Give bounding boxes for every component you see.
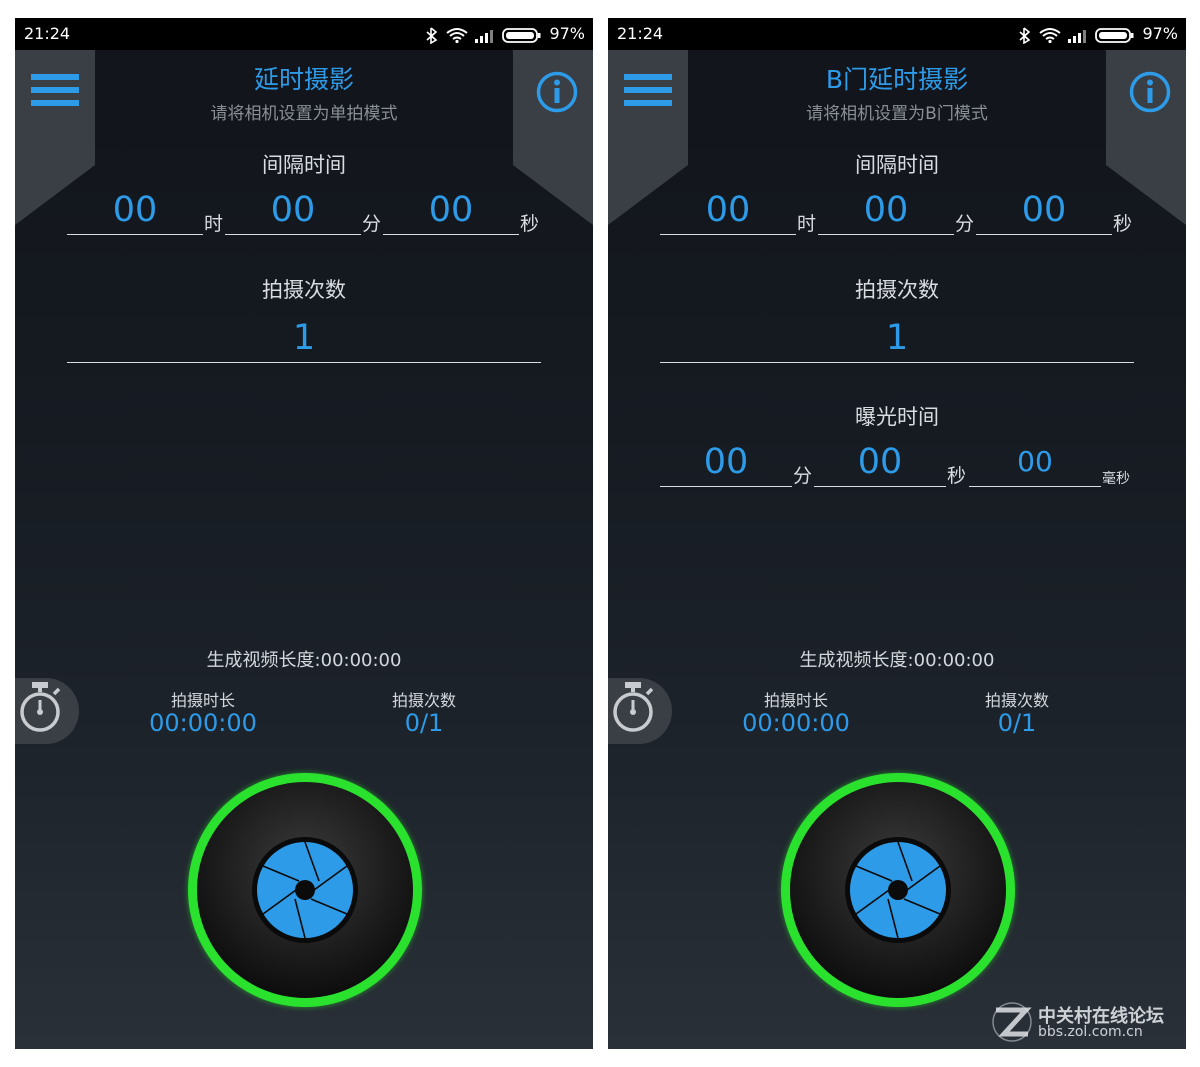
- exposure-minutes-input[interactable]: 00: [660, 442, 792, 487]
- status-icons: [1019, 27, 1134, 44]
- signal-icon: [475, 30, 493, 43]
- exposure-ms-unit: 毫秒: [1102, 471, 1130, 487]
- bulb-timelapse-screen: 21:24 97% B门延时摄影 请将相机设置为B门模式 间隔时间 00 时 0…: [608, 18, 1186, 1049]
- info-icon[interactable]: [535, 70, 579, 114]
- hours-unit: 时: [797, 213, 817, 235]
- interval-seconds-input[interactable]: 00: [383, 190, 519, 235]
- shutter-button[interactable]: [776, 768, 1020, 1012]
- status-bar: 21:24 97%: [608, 18, 1186, 50]
- hours-unit: 时: [204, 213, 224, 235]
- battery-percent: 97%: [549, 24, 585, 43]
- exposure-ms-input[interactable]: 00: [969, 442, 1101, 487]
- interval-seconds-input[interactable]: 00: [976, 190, 1112, 235]
- minutes-unit: 分: [955, 213, 975, 235]
- menu-icon[interactable]: [31, 74, 79, 108]
- seconds-unit: 秒: [520, 213, 540, 235]
- duration-value: 00:00:00: [742, 709, 850, 737]
- stopwatch-icon[interactable]: [608, 678, 672, 744]
- count-label: 拍摄次数: [391, 691, 456, 710]
- count-value: 0/1: [404, 709, 444, 737]
- shutter-button[interactable]: [183, 768, 427, 1012]
- aperture-icon: [257, 841, 353, 939]
- shots-input[interactable]: 1: [660, 318, 1134, 363]
- exposure-seconds-unit: 秒: [947, 465, 967, 487]
- status-icons: [426, 27, 541, 44]
- duration-label: 拍摄时长: [170, 691, 235, 710]
- exposure-seconds-input[interactable]: 00: [814, 442, 946, 487]
- wifi-icon: [1039, 28, 1061, 40]
- duration-label: 拍摄时长: [763, 691, 828, 710]
- interval-hours-input[interactable]: 00: [67, 190, 203, 235]
- interval-hours-input[interactable]: 00: [660, 190, 796, 235]
- interval-minutes-input[interactable]: 00: [818, 190, 954, 235]
- bluetooth-icon: [426, 27, 438, 44]
- duration-value: 00:00:00: [149, 709, 257, 737]
- status-bar: 21:24 97%: [15, 18, 593, 50]
- menu-icon[interactable]: [624, 74, 672, 108]
- stopwatch-icon[interactable]: [15, 678, 79, 744]
- video-length: 生成视频长度:00:00:00: [799, 650, 995, 671]
- video-length: 生成视频长度:00:00:00: [206, 650, 402, 671]
- watermark-url: bbs.zol.com.cn: [1038, 1024, 1143, 1040]
- seconds-unit: 秒: [1113, 213, 1133, 235]
- shots-label: 拍摄次数: [855, 278, 939, 302]
- page-title: B门延时摄影: [825, 65, 969, 94]
- interval-label: 间隔时间: [262, 153, 346, 177]
- interval-minutes-input[interactable]: 00: [225, 190, 361, 235]
- battery-icon: [502, 28, 541, 43]
- count-label: 拍摄次数: [984, 691, 1049, 710]
- minutes-unit: 分: [362, 213, 382, 235]
- shots-label: 拍摄次数: [262, 278, 346, 302]
- count-value: 0/1: [997, 709, 1037, 737]
- page-title: 延时摄影: [253, 65, 354, 94]
- info-icon[interactable]: [1128, 70, 1172, 114]
- shots-input[interactable]: 1: [67, 318, 541, 363]
- timelapse-screen: 21:24 97% 延时摄影 请将相机设置为单拍模式 间隔时间 00 时 00 …: [15, 18, 593, 1049]
- exposure-label: 曝光时间: [855, 405, 939, 429]
- watermark: 中关村在线论坛 bbs.zol.com.cn: [990, 1000, 1180, 1048]
- battery-percent: 97%: [1142, 24, 1178, 43]
- aperture-icon: [850, 841, 946, 939]
- battery-icon: [1095, 28, 1134, 43]
- bluetooth-icon: [1019, 27, 1031, 44]
- signal-icon: [1068, 30, 1086, 43]
- exposure-minutes-unit: 分: [793, 465, 813, 487]
- status-time: 21:24: [617, 24, 664, 43]
- wifi-icon: [446, 28, 468, 40]
- page-subtitle: 请将相机设置为B门模式: [806, 104, 988, 124]
- status-time: 21:24: [24, 24, 71, 43]
- zol-logo-icon: [992, 1002, 1032, 1042]
- page-subtitle: 请将相机设置为单拍模式: [210, 104, 398, 124]
- interval-label: 间隔时间: [855, 153, 939, 177]
